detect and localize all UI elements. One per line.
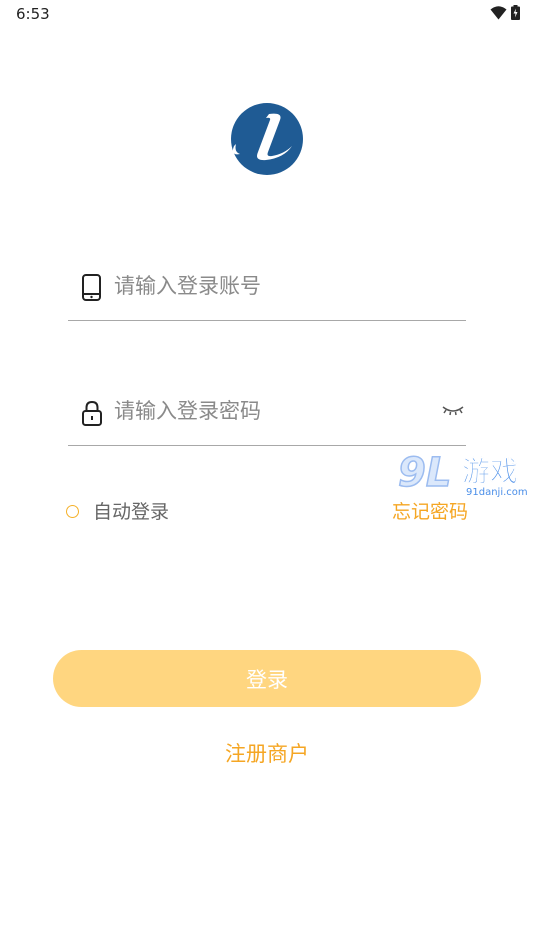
lock-icon [82, 400, 102, 426]
password-field [68, 385, 466, 446]
login-button[interactable]: 登录 [53, 650, 481, 707]
auto-login-radio[interactable] [66, 505, 79, 518]
battery-icon [511, 5, 520, 20]
phone-icon [82, 274, 101, 301]
eye-closed-icon[interactable] [440, 402, 466, 420]
watermark-url: 91danji.com [466, 487, 528, 498]
account-field [68, 260, 466, 321]
status-bar: 6:53 [0, 0, 534, 28]
register-merchant-link[interactable]: 注册商户 [0, 738, 534, 768]
wifi-icon [490, 5, 507, 19]
watermark-logo-text: 9L [398, 450, 451, 496]
auto-login-label: 自动登录 [93, 501, 170, 523]
password-input[interactable] [114, 393, 434, 429]
watermark-title: 游戏 [462, 455, 518, 488]
status-time: 6:53 [16, 5, 50, 23]
status-icons [490, 5, 520, 20]
account-input[interactable] [114, 268, 434, 304]
brand-logo [231, 103, 303, 175]
watermark-logo: 9L 游戏 91danji.com [398, 449, 528, 498]
auto-login-checkbox[interactable]: 自动登录 [66, 497, 169, 524]
